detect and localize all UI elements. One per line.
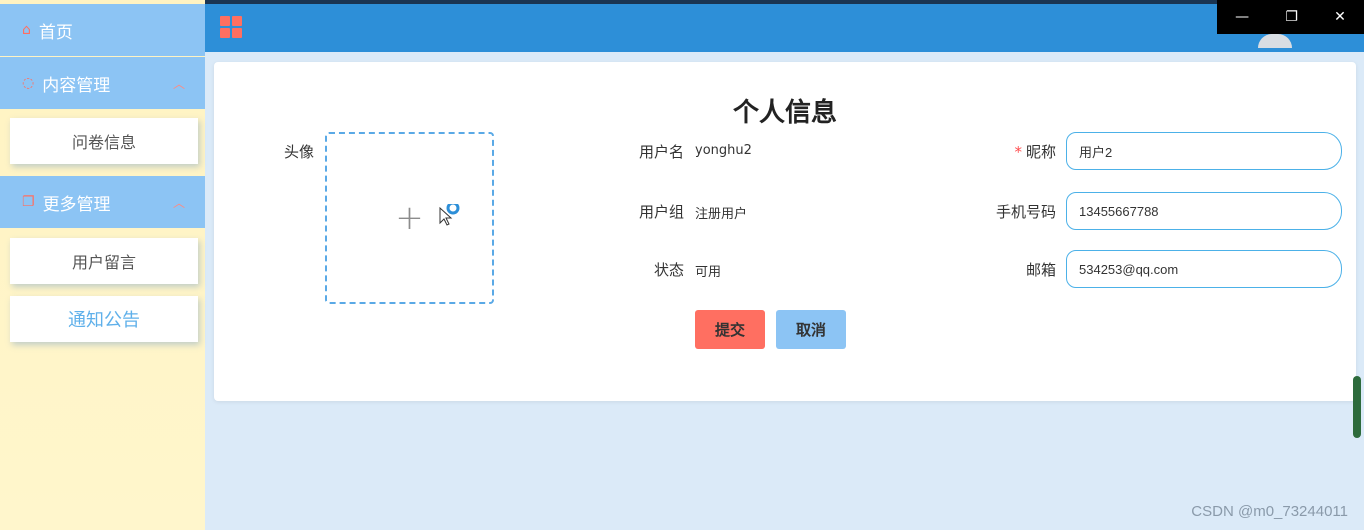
- sidebar-group-label: 内容管理: [42, 75, 111, 96]
- avatar-label: 头像: [283, 143, 314, 161]
- phone-input[interactable]: 13455667788: [1066, 192, 1342, 230]
- profile-card: 个人信息 头像 + 用户名 yonghu2 用户组 注册用户 状态 可用 * 昵称…: [214, 62, 1356, 401]
- user-group-label: 用户组: [638, 203, 684, 221]
- sidebar-group-more[interactable]: ❐ 更多管理 ︿: [0, 176, 205, 228]
- copy-icon: ❐: [22, 194, 35, 210]
- watermark: CSDN @m0_73244011: [1191, 503, 1348, 520]
- email-label: 邮箱: [1025, 261, 1056, 279]
- sidebar: ⌂ 首页 ◌ 内容管理 ︿ 问卷信息 ❐ 更多管理 ︿ 用户留言 通知公告: [0, 0, 205, 530]
- sidebar-group-label: 更多管理: [42, 194, 111, 215]
- chevron-up-icon: ︿: [172, 77, 185, 91]
- required-star: *: [1014, 143, 1022, 161]
- home-icon: ⌂: [22, 22, 31, 38]
- sidebar-home-label: 首页: [38, 22, 73, 43]
- sidebar-item-messages[interactable]: 用户留言: [10, 238, 198, 284]
- sidebar-item-notices[interactable]: 通知公告: [10, 296, 198, 342]
- window-controls: — ❐ ✕: [1217, 0, 1364, 34]
- sidebar-item-label: 问卷信息: [71, 133, 136, 152]
- plus-icon: +: [395, 198, 424, 238]
- status-label: 状态: [653, 261, 684, 279]
- page-title: 个人信息: [732, 98, 837, 128]
- message-icon: ◌: [22, 75, 35, 91]
- sidebar-item-home[interactable]: ⌂ 首页: [0, 4, 205, 56]
- sidebar-group-content[interactable]: ◌ 内容管理 ︿: [0, 57, 205, 109]
- scrollbar-thumb[interactable]: [1353, 376, 1361, 438]
- sidebar-item-label: 通知公告: [68, 310, 140, 331]
- nickname-label-text: 昵称: [1025, 143, 1056, 161]
- avatar-upload[interactable]: +: [325, 132, 494, 304]
- cursor-loading-icon: [439, 204, 460, 226]
- nickname-label: * 昵称: [984, 141, 1056, 162]
- cancel-button[interactable]: 取消: [776, 310, 846, 349]
- header-bar: [205, 4, 1364, 52]
- sidebar-item-label: 用户留言: [71, 253, 136, 272]
- email-input[interactable]: 534253@qq.com: [1066, 250, 1342, 288]
- grid-menu-icon[interactable]: [220, 16, 242, 38]
- username-value: yonghu2: [695, 143, 752, 158]
- restore-icon[interactable]: ❐: [1285, 9, 1298, 25]
- minimize-icon[interactable]: —: [1235, 9, 1249, 25]
- close-icon[interactable]: ✕: [1334, 9, 1346, 25]
- chevron-up-icon: ︿: [172, 196, 185, 210]
- sidebar-item-questionnaire[interactable]: 问卷信息: [10, 118, 198, 164]
- username-label: 用户名: [638, 143, 684, 161]
- nickname-input[interactable]: 用户2: [1066, 132, 1342, 170]
- user-group-value: 注册用户: [695, 207, 748, 222]
- submit-button[interactable]: 提交: [695, 310, 765, 349]
- status-value: 可用: [695, 265, 722, 280]
- phone-label: 手机号码: [995, 203, 1056, 221]
